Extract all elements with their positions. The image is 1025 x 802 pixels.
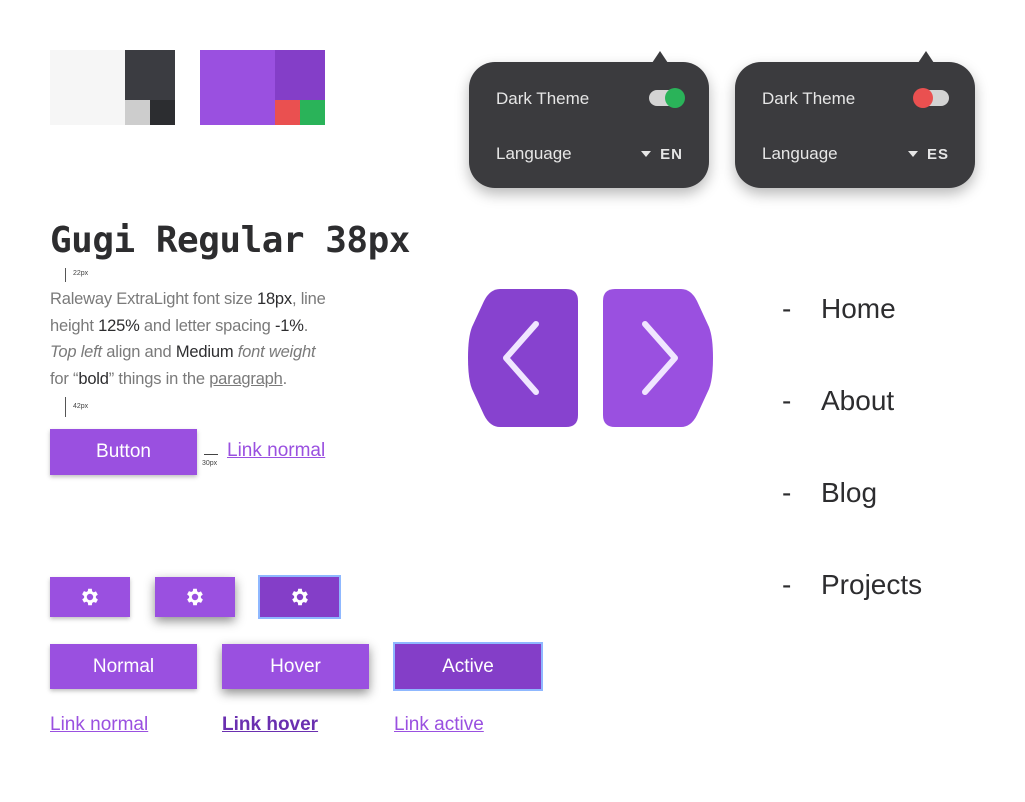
caret-down-icon (907, 151, 918, 157)
swatch-dark (125, 50, 175, 100)
settings-icon-button-normal[interactable] (50, 577, 130, 617)
caret-down-icon (641, 151, 652, 157)
language-label: Language (496, 144, 572, 163)
typography-heading: Gugi Regular 38px (50, 220, 410, 261)
language-value: EN (660, 146, 683, 163)
language-select[interactable]: EN (641, 146, 683, 163)
language-select[interactable]: ES (907, 146, 949, 163)
card-pointer (652, 51, 668, 63)
gear-icon (187, 588, 203, 606)
menu-item-about[interactable]: - About (782, 385, 894, 417)
previous-button[interactable] (468, 289, 578, 427)
next-shape (603, 289, 713, 427)
active-state-button[interactable]: Active (393, 642, 543, 691)
spacing-marker-top (65, 268, 66, 282)
settings-card-en: Dark Theme Language EN (469, 51, 709, 188)
primary-button[interactable]: Button (50, 429, 197, 475)
language-value: ES (926, 146, 949, 163)
gap-marker (204, 454, 218, 455)
gap-label: 30px (202, 460, 218, 467)
menu-item-home[interactable]: - Home (782, 293, 896, 325)
settings-card-es: Dark Theme Language ES (735, 51, 975, 188)
gear-icon (291, 588, 308, 606)
swatch-light (50, 50, 125, 125)
gear-icon (82, 588, 98, 606)
swatch-light-gray (125, 100, 150, 125)
spacing-label-bottom: 42px (73, 403, 89, 410)
spacing-label-top: 22px (73, 270, 89, 277)
next-button[interactable] (603, 289, 713, 427)
link-normal-sample[interactable]: Link normal (227, 440, 325, 462)
swatch-darker (150, 100, 175, 125)
swatch-purple (200, 50, 275, 125)
settings-icon-button-hover[interactable] (155, 577, 235, 617)
dark-theme-toggle-off[interactable] (913, 88, 949, 108)
swatch-green (300, 100, 325, 125)
menu-item-blog[interactable]: - Blog (782, 477, 877, 509)
previous-shape (468, 289, 578, 427)
toggle-knob (913, 88, 933, 108)
dark-theme-toggle-on[interactable] (649, 88, 685, 108)
settings-icon-button-active[interactable] (258, 575, 341, 619)
swatch-purple-dark (275, 50, 325, 100)
menu-item-projects[interactable]: - Projects (782, 569, 922, 601)
link-active[interactable]: Link active (394, 714, 484, 736)
hover-state-button[interactable]: Hover (222, 644, 369, 689)
swatch-red (275, 100, 300, 125)
spacing-marker-bottom (65, 397, 66, 417)
link-normal[interactable]: Link normal (50, 714, 148, 736)
language-label: Language (762, 144, 838, 163)
link-hover[interactable]: Link hover (222, 714, 318, 736)
toggle-knob (665, 88, 685, 108)
card-pointer (918, 51, 934, 63)
typography-paragraph: Raleway ExtraLight font size 18px, line … (50, 290, 326, 388)
dark-theme-label: Dark Theme (496, 89, 590, 108)
normal-state-button[interactable]: Normal (50, 644, 197, 689)
dark-theme-label: Dark Theme (762, 89, 856, 108)
